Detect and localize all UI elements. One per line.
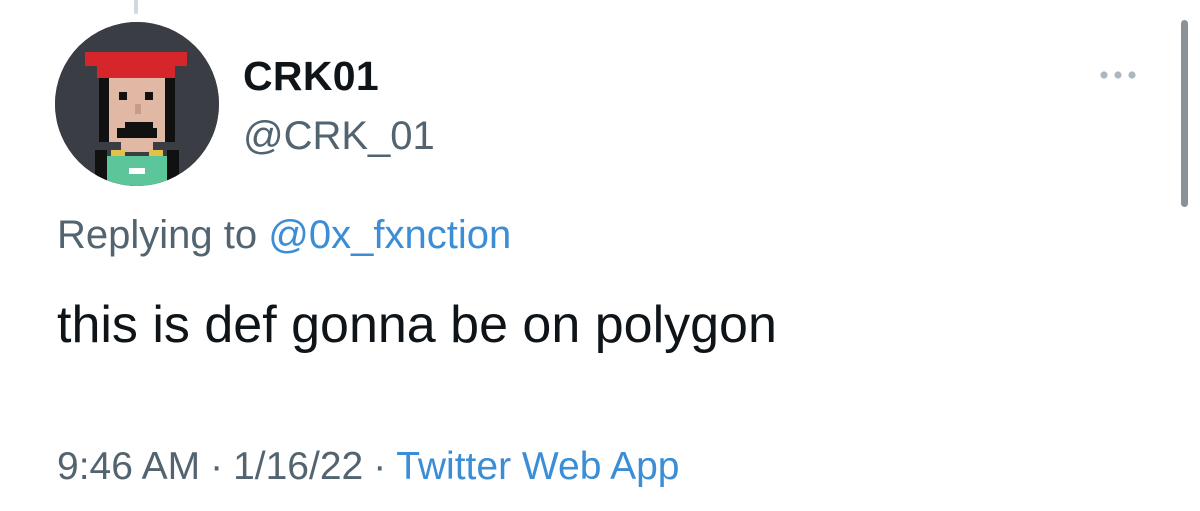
author-handle[interactable]: @CRK_01 — [243, 112, 435, 160]
tweet-metadata: 9:46 AM · 1/16/22 · Twitter Web App — [57, 440, 679, 494]
thread-connector-line — [134, 0, 138, 14]
pixel-punk-avatar-icon — [55, 22, 219, 186]
replying-to-label: Replying to — [57, 213, 258, 257]
meta-separator: · — [373, 445, 387, 488]
tweet-text: this is def gonna be on polygon — [57, 296, 777, 354]
meta-separator: · — [210, 445, 224, 488]
tweet-source-link[interactable]: Twitter Web App — [396, 445, 679, 488]
replying-to-mention-link[interactable]: @0x_fxnction — [268, 213, 511, 257]
more-options-button[interactable] — [1094, 60, 1142, 90]
author-display-name[interactable]: CRK01 — [243, 52, 379, 100]
replying-to: Replying to @0x_fxnction — [57, 210, 511, 260]
tweet-date[interactable]: 1/16/22 — [233, 445, 363, 488]
avatar[interactable] — [55, 22, 219, 186]
scrollbar-thumb[interactable] — [1181, 20, 1188, 207]
more-horizontal-icon — [1100, 71, 1136, 79]
tweet-time[interactable]: 9:46 AM — [57, 445, 200, 488]
